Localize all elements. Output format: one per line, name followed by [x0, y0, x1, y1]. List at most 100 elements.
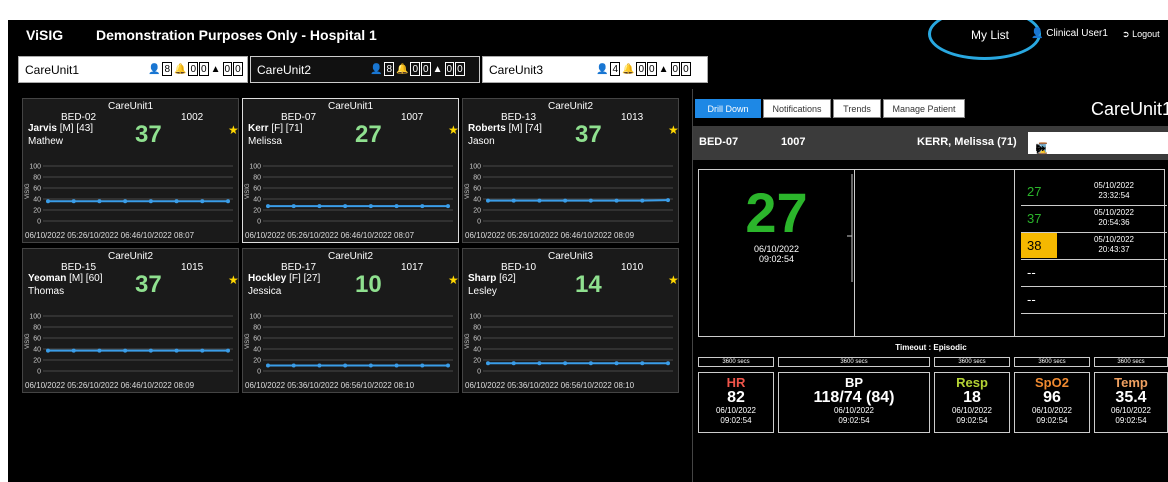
vital-timeout: 3600 secs — [934, 357, 1010, 367]
vital-hr[interactable]: HR 82 06/10/2022 09:02:54 — [698, 372, 774, 433]
panel-patient: Jarvis [M] [43] — [28, 123, 94, 134]
tab-trends[interactable]: Trends — [833, 99, 881, 118]
trend-point — [394, 363, 399, 368]
trend-point — [46, 348, 50, 353]
trend-point — [123, 199, 128, 204]
panel-time-axis: 06/10/2022 05:36/10/2022 06:56/10/2022 0… — [245, 381, 415, 390]
patient-panel[interactable]: CareUnit2 BED-15 1015 Yeoman [M] [60] Thomas… — [22, 248, 239, 393]
trend-point — [148, 199, 153, 204]
star-icon[interactable]: ★ — [228, 123, 239, 137]
discharge-icon[interactable]: ↠ — [1036, 142, 1045, 155]
panel-unit: CareUnit1 — [327, 101, 374, 112]
y-tick-label: 100 — [469, 164, 481, 171]
panel-patient: Kerr [F] [71] — [248, 123, 303, 134]
star-icon[interactable]: ★ — [668, 123, 679, 137]
vital-temp[interactable]: Temp 35.4 06/10/2022 09:02:54 — [1094, 372, 1168, 433]
vital-bp[interactable]: BP 118/74 (84) 06/10/2022 09:02:54 — [778, 372, 930, 433]
y-tick-label: 0 — [37, 219, 41, 226]
trend-point — [266, 204, 270, 209]
trend-point — [666, 198, 670, 203]
tab-notifications[interactable]: Notifications — [763, 99, 831, 118]
y-tick-label: 40 — [33, 347, 41, 354]
history-row: 37 05/10/2022 20:54:36 — [1021, 206, 1167, 233]
panel-unit: CareUnit2 — [547, 101, 594, 112]
y-tick-label: 80 — [33, 325, 41, 332]
panel-bed: BED-07 — [281, 112, 317, 123]
vital-resp[interactable]: Resp 18 06/10/2022 09:02:54 — [934, 372, 1010, 433]
panel-trend-chart: 100 80 60 40 20 0 ViSIG — [245, 164, 453, 226]
tab-manage-patient[interactable]: Manage Patient — [883, 99, 965, 118]
panel-time-axis: 06/10/2022 05:26/10/2022 06:46/10/2022 0… — [465, 231, 635, 240]
trend-point — [71, 348, 76, 353]
patient-actions: ▤ ♮ □ ⌛ ↠ — [1028, 132, 1168, 155]
brand-logo: ViSIG — [26, 27, 64, 43]
tab-careunit1[interactable]: CareUnit1 👤 8 🔔 0 0 ▲ 0 0 — [18, 56, 248, 83]
panel-bed: BED-13 — [501, 112, 537, 123]
star-icon[interactable]: ★ — [448, 123, 459, 137]
patient-bar: BED-07 1007 KERR, Melissa (71) ▤ ♮ □ ⌛ ↠ — [693, 126, 1168, 160]
y-axis-label: ViSIG — [465, 333, 471, 349]
logout-button[interactable]: ➲ Logout — [1122, 29, 1160, 40]
trend-point — [394, 204, 399, 209]
trend-point — [446, 363, 450, 368]
y-tick-label: 80 — [33, 175, 41, 182]
panel-score: 37 — [575, 121, 602, 148]
panel-number: 1007 — [401, 112, 424, 123]
trend-point — [588, 361, 593, 366]
warning-icon: ▲ — [210, 63, 221, 75]
visig-app: ViSIG Demonstration Purposes Only - Hosp… — [8, 20, 1168, 482]
warning-icon: ▲ — [432, 63, 443, 75]
trend-point — [446, 204, 450, 209]
panel-bed: BED-17 — [281, 262, 317, 273]
panel-patient: Roberts [M] [74] — [468, 123, 542, 134]
trend-point — [666, 361, 670, 366]
panel-trend-chart: 100 80 60 40 20 0 ViSIG — [465, 314, 673, 376]
panel-unit: CareUnit2 — [327, 251, 374, 262]
panel-score: 37 — [135, 271, 162, 298]
vital-spo2[interactable]: SpO2 96 06/10/2022 09:02:54 — [1014, 372, 1090, 433]
tab-careunit2[interactable]: CareUnit2 👤 8 🔔 0 0 ▲ 0 0 — [250, 56, 480, 83]
panel-time-axis: 06/10/2022 05:26/10/2022 06:46/10/2022 0… — [25, 231, 195, 240]
y-tick-label: 100 — [29, 164, 41, 171]
trend-point — [317, 204, 322, 209]
y-tick-label: 0 — [477, 369, 481, 376]
score-history: 27 05/10/2022 23:32:54 37 05/10/2022 20:54:3… — [1021, 179, 1167, 314]
patient-panel[interactable]: CareUnit2 BED-17 1017 Hockley [F] [27] Jessi… — [242, 248, 459, 393]
warning-icon: ▲ — [658, 63, 669, 75]
panel-bed: BED-02 — [61, 112, 97, 123]
tab-careunit3[interactable]: CareUnit3 👤 4 🔔 0 0 ▲ 0 0 — [482, 56, 708, 83]
trend-point — [291, 204, 296, 209]
star-icon[interactable]: ★ — [668, 273, 679, 287]
y-tick-label: 60 — [473, 186, 481, 193]
graph-box — [855, 169, 1015, 337]
trend-point — [123, 348, 128, 353]
panel-time-axis: 06/10/2022 05:26/10/2022 06:46/10/2022 0… — [25, 381, 195, 390]
y-axis-label: ViSIG — [245, 333, 251, 349]
y-tick-label: 0 — [257, 219, 261, 226]
patient-panel[interactable]: CareUnit2 BED-13 1013 Roberts [M] [74] Jason… — [462, 98, 679, 243]
panel-unit: CareUnit2 — [107, 251, 154, 262]
trend-point — [174, 348, 179, 353]
history-row: 38 05/10/2022 20:43:37 — [1021, 233, 1167, 260]
panel-firstname: Mathew — [28, 136, 64, 147]
tab-drill-down[interactable]: Drill Down — [695, 99, 761, 118]
panel-number: 1002 — [181, 112, 204, 123]
patient-panel[interactable]: CareUnit1 BED-02 1002 Jarvis [M] [43] Mathew… — [22, 98, 239, 243]
panel-firstname: Melissa — [248, 136, 282, 147]
star-icon[interactable]: ★ — [228, 273, 239, 287]
trend-point — [420, 363, 425, 368]
patient-name: KERR, Melissa (71) — [917, 136, 1017, 148]
patient-panel[interactable]: CareUnit1 BED-07 1007 Kerr [F] [71] Melissa 2… — [242, 98, 459, 243]
panel-trend-chart: 100 80 60 40 20 0 ViSIG — [25, 314, 233, 376]
user-menu[interactable]: 👤 Clinical User1 — [1031, 28, 1108, 39]
trend-point — [640, 198, 645, 203]
y-tick-label: 0 — [37, 369, 41, 376]
y-tick-label: 80 — [253, 325, 261, 332]
patient-bed: BED-07 — [699, 136, 739, 148]
trend-point — [317, 363, 322, 368]
trend-point — [291, 363, 296, 368]
star-icon[interactable]: ★ — [448, 273, 459, 287]
user-icon: 👤 — [1031, 28, 1044, 39]
person-icon: 👤 — [370, 63, 383, 75]
patient-panel[interactable]: CareUnit3 BED-10 1010 Sharp [62] Lesley 14 ★ 06… — [462, 248, 679, 393]
